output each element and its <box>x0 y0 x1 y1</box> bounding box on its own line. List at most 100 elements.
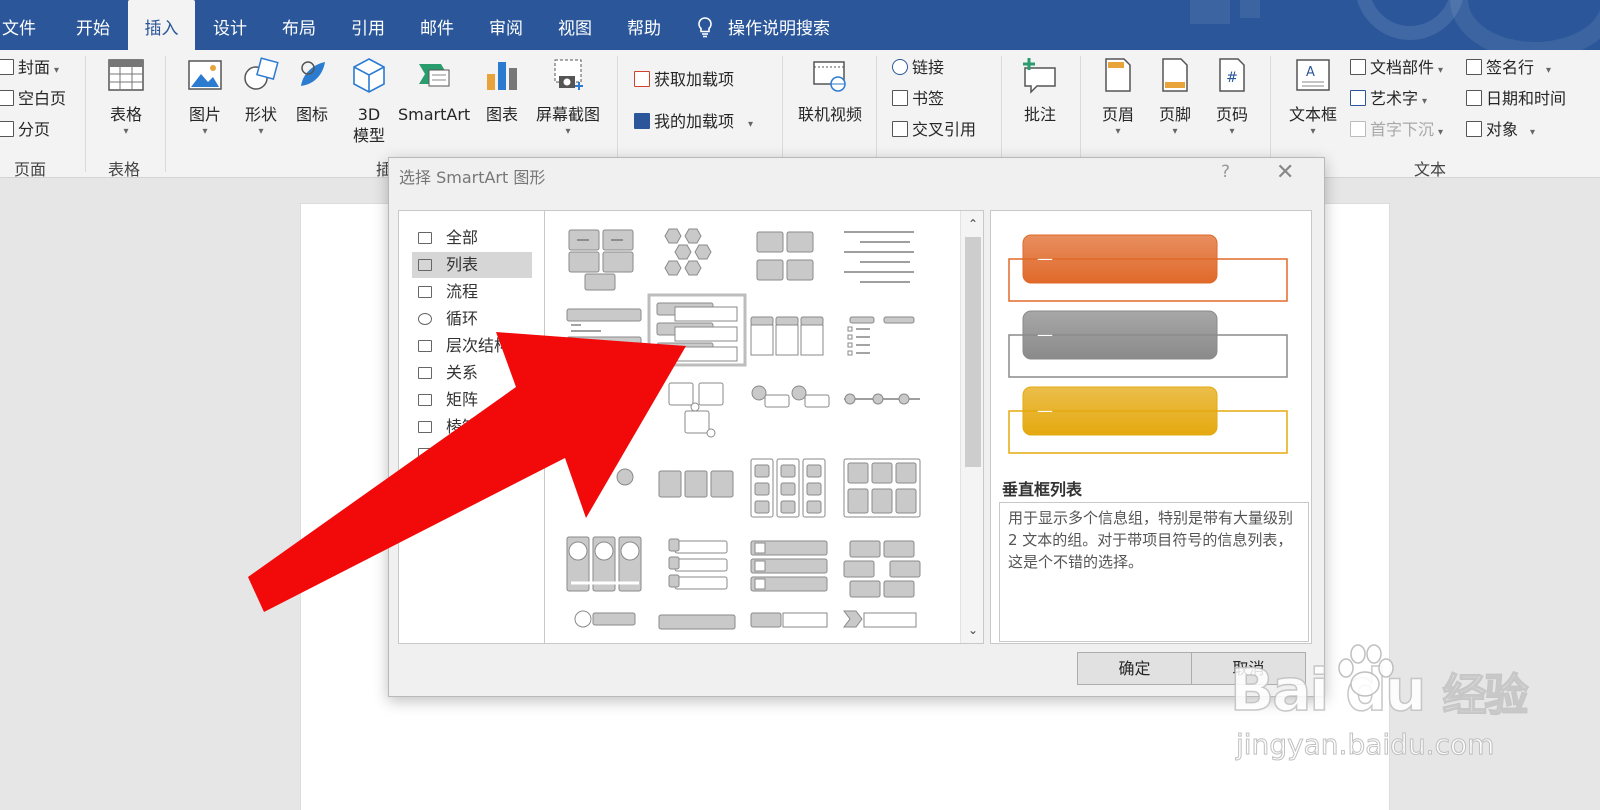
category-cycle[interactable]: 循环 <box>412 306 532 332</box>
layout-thumbnail[interactable] <box>664 228 712 276</box>
layout-thumbnail[interactable] <box>566 308 642 350</box>
layout-thumbnail[interactable] <box>668 538 728 590</box>
page-number-button[interactable]: # 页码 ▾ <box>1208 56 1256 139</box>
layout-thumbnail[interactable] <box>658 614 736 630</box>
layout-thumbnail[interactable] <box>751 385 830 408</box>
preview-bullet: — <box>1037 401 1053 420</box>
chevron-down-icon: ▾ <box>202 126 208 137</box>
tab-view[interactable]: 视图 <box>558 0 592 50</box>
layout-thumbnail[interactable] <box>566 536 642 592</box>
category-all[interactable]: 全部 <box>412 225 532 251</box>
comment-button[interactable]: 批注 <box>1016 56 1064 125</box>
preview-bullet: — <box>1037 325 1053 344</box>
layout-thumbnail[interactable] <box>566 386 638 422</box>
tab-help[interactable]: 帮助 <box>627 0 661 50</box>
blank-page-label: 空白页 <box>18 89 67 108</box>
pyramid-category-icon <box>418 421 432 433</box>
tell-me-label: 操作说明搜索 <box>728 19 830 39</box>
footer-label: 页脚 <box>1158 105 1191 124</box>
online-video-icon <box>813 61 846 92</box>
chevron-down-icon: ▾ <box>1310 126 1316 137</box>
layout-thumbnail[interactable] <box>750 540 828 592</box>
layout-thumbnail[interactable] <box>574 610 636 628</box>
quick-parts-icon <box>1350 59 1366 75</box>
scroll-up-icon[interactable]: ⌃ <box>965 215 981 233</box>
tab-review[interactable]: 审阅 <box>489 0 523 50</box>
layout-thumbnail[interactable] <box>658 470 734 498</box>
icons-button[interactable]: 图标 <box>292 56 332 125</box>
category-picture[interactable]: 图片 <box>412 441 532 467</box>
tab-home[interactable]: 开始 <box>76 0 110 50</box>
page-number-label: 页码 <box>1215 105 1248 124</box>
date-time-button[interactable]: 日期和时间 <box>1466 85 1566 113</box>
help-button[interactable]: ? <box>1221 162 1230 182</box>
scrollbar-thumb[interactable] <box>965 237 981 467</box>
object-button[interactable]: 对象 ▾ <box>1466 116 1535 144</box>
layout-thumbnail[interactable] <box>668 382 724 438</box>
layout-thumbnail[interactable] <box>843 610 917 628</box>
page-break-button[interactable]: 分页 <box>0 116 50 144</box>
category-list-item[interactable]: 列表 <box>412 252 532 278</box>
cross-reference-button[interactable]: 交叉引用 <box>892 116 976 144</box>
link-button[interactable]: 链接 <box>892 54 944 82</box>
tab-mailings[interactable]: 邮件 <box>420 0 454 50</box>
layout-thumbnail[interactable] <box>568 229 634 291</box>
quick-parts-button[interactable]: 文档部件 ▾ <box>1350 54 1443 82</box>
blank-page-button[interactable]: 空白页 <box>0 85 66 113</box>
bookmark-button[interactable]: 书签 <box>892 85 944 113</box>
gallery-scrollbar[interactable]: ⌃ ⌄ <box>960 211 983 643</box>
layout-thumbnail[interactable] <box>844 231 914 283</box>
text-box-button[interactable]: A 文本框 ▾ <box>1284 56 1342 139</box>
category-hierarchy[interactable]: 层次结构 <box>412 333 532 359</box>
ok-button[interactable]: 确定 <box>1077 652 1192 685</box>
category-pyramid[interactable]: 棱锥图 <box>412 414 532 440</box>
tab-file[interactable]: 文件 <box>2 0 36 50</box>
layout-thumbnail[interactable] <box>843 540 921 598</box>
scroll-down-icon[interactable]: ⌄ <box>965 621 981 639</box>
layout-thumbnail[interactable] <box>844 393 920 405</box>
wordart-label: 艺术字 <box>1370 89 1419 108</box>
chevron-down-icon: ▾ <box>1530 127 1536 138</box>
tab-insert[interactable]: 插入 <box>128 0 195 50</box>
footer-button[interactable]: 页脚 ▾ <box>1151 56 1199 139</box>
calendar-icon <box>1466 90 1482 106</box>
tell-me-search[interactable]: 操作说明搜索 <box>696 0 830 50</box>
layout-thumbnail[interactable] <box>847 316 915 356</box>
chevron-down-icon: ▾ <box>1438 127 1444 138</box>
layout-thumbnail[interactable] <box>750 458 826 518</box>
get-addins-button[interactable]: 获取加载项 <box>634 66 734 94</box>
picture-button[interactable]: 图片 ▾ <box>180 56 230 139</box>
tab-design[interactable]: 设计 <box>213 0 247 50</box>
layout-thumbnail[interactable] <box>843 458 921 518</box>
cover-page-button[interactable]: 封面 ▾ <box>0 54 59 82</box>
layout-thumbnail[interactable] <box>584 468 634 486</box>
drop-cap-label: 首字下沉 <box>1370 120 1435 139</box>
screenshot-button[interactable]: 屏幕截图 ▾ <box>530 56 606 139</box>
dialog-title: 选择 SmartArt 图形 <box>399 168 546 187</box>
my-addins-button[interactable]: 我的加载项 ▾ <box>634 108 753 136</box>
category-process[interactable]: 流程 <box>412 279 532 305</box>
online-video-button[interactable]: 联机视频 <box>792 56 868 125</box>
svg-text:#: # <box>1226 70 1238 86</box>
3d-models-button[interactable]: 3D 模型 <box>344 56 394 146</box>
layout-thumbnail[interactable] <box>750 612 828 628</box>
comment-label: 批注 <box>1023 105 1056 124</box>
smartart-button[interactable]: SmartArt <box>398 56 470 125</box>
chart-button[interactable]: 图表 <box>480 56 524 125</box>
close-icon[interactable]: ✕ <box>1276 160 1294 185</box>
signature-line-button[interactable]: 签名行 ▾ <box>1466 54 1551 82</box>
wordart-button[interactable]: 艺术字 ▾ <box>1350 85 1427 113</box>
shapes-button[interactable]: 形状 ▾ <box>236 56 286 139</box>
picture-category-icon <box>418 448 432 460</box>
layout-thumbnail[interactable] <box>756 231 814 281</box>
header-button[interactable]: 页眉 ▾ <box>1094 56 1142 139</box>
object-icon <box>1466 121 1482 137</box>
layout-thumbnail[interactable] <box>750 316 824 356</box>
table-button[interactable]: 表格 ▾ <box>99 56 153 139</box>
tab-references[interactable]: 引用 <box>351 0 385 50</box>
screenshot-icon <box>554 59 583 90</box>
category-matrix[interactable]: 矩阵 <box>412 387 532 413</box>
layout-thumbnail[interactable] <box>647 293 747 367</box>
category-relationship[interactable]: 关系 <box>412 360 532 386</box>
tab-layout[interactable]: 布局 <box>282 0 316 50</box>
